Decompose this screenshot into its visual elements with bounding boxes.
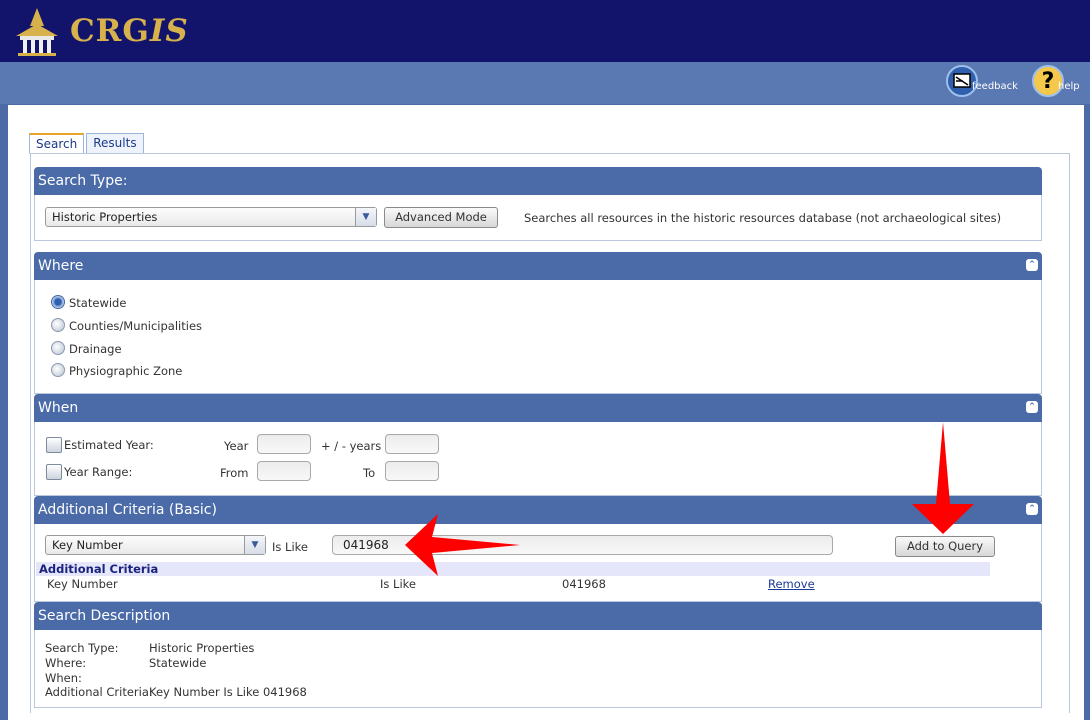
- criteria-row-operator: Is Like: [380, 577, 416, 591]
- year-label: Year: [224, 439, 249, 453]
- help-button[interactable]: ? help: [1032, 64, 1080, 98]
- radio-label-physiographic: Physiographic Zone: [69, 364, 183, 378]
- radio-counties[interactable]: [51, 318, 65, 332]
- estimated-year-checkbox[interactable]: [46, 437, 62, 453]
- radio-label-drainage: Drainage: [69, 342, 122, 356]
- to-label: To: [363, 466, 376, 480]
- brand-title: CRGIS: [70, 13, 189, 49]
- remove-criteria-link[interactable]: Remove: [768, 577, 815, 591]
- desc-value-additional: Key Number Is Like 041968: [149, 685, 307, 699]
- year-input[interactable]: [257, 434, 311, 454]
- radio-physiographic[interactable]: [51, 363, 65, 377]
- criteria-value-input[interactable]: 041968: [332, 535, 833, 555]
- when-header: When ⌃: [34, 394, 1042, 422]
- collapse-icon[interactable]: ⌃: [1026, 259, 1038, 271]
- year-range-label: Year Range:: [64, 465, 133, 479]
- app-header: CRGIS: [0, 0, 1090, 62]
- additional-criteria-header: Additional Criteria (Basic) ⌃: [34, 496, 1042, 524]
- tab-search[interactable]: Search: [29, 133, 85, 154]
- criteria-table-header: Additional Criteria: [36, 562, 990, 576]
- plus-minus-label: + / - years: [321, 439, 382, 453]
- year-range-checkbox[interactable]: [46, 464, 62, 480]
- estimated-year-label: Estimated Year:: [64, 438, 154, 452]
- criteria-field-select[interactable]: Key Number ▼: [45, 535, 266, 555]
- from-year-input[interactable]: [257, 461, 311, 481]
- operator-label: Is Like: [272, 540, 308, 554]
- where-body: [34, 280, 1042, 394]
- collapse-icon[interactable]: ⌃: [1026, 503, 1038, 515]
- advanced-mode-button[interactable]: Advanced Mode: [384, 207, 498, 228]
- collapse-icon[interactable]: ⌃: [1026, 401, 1038, 413]
- search-type-header: Search Type:: [34, 167, 1042, 195]
- add-to-query-button[interactable]: Add to Query: [895, 536, 995, 557]
- desc-value-where: Statewide: [149, 656, 207, 670]
- criteria-row-value: 041968: [562, 577, 606, 591]
- when-body: [34, 422, 1042, 496]
- search-type-select[interactable]: Historic Properties ▼: [45, 207, 377, 227]
- plus-minus-years-input[interactable]: [385, 434, 439, 454]
- where-header: Where ⌃: [34, 252, 1042, 280]
- crgis-logo-icon: [16, 8, 58, 56]
- radio-statewide[interactable]: [51, 295, 65, 309]
- desc-label-additional: Additional Criteria:: [45, 685, 153, 699]
- tab-results[interactable]: Results: [86, 133, 144, 154]
- chevron-down-icon: ▼: [244, 536, 265, 554]
- from-label: From: [220, 466, 249, 480]
- search-description-header: Search Description: [34, 602, 1042, 630]
- chevron-down-icon: ▼: [355, 208, 376, 226]
- desc-label-search-type: Search Type:: [45, 641, 119, 655]
- toolbar: feedback ? help: [0, 62, 1090, 104]
- desc-label-when: When:: [45, 671, 82, 685]
- criteria-row-field: Key Number: [47, 577, 118, 591]
- radio-drainage[interactable]: [51, 341, 65, 355]
- tab-bar: Search Results: [29, 133, 146, 154]
- search-type-description: Searches all resources in the historic r…: [524, 211, 1002, 225]
- to-year-input[interactable]: [385, 461, 439, 481]
- radio-label-counties: Counties/Municipalities: [69, 319, 203, 333]
- feedback-button[interactable]: feedback: [946, 64, 1018, 98]
- desc-value-search-type: Historic Properties: [149, 641, 255, 655]
- radio-label-statewide: Statewide: [69, 296, 127, 310]
- desc-label-where: Where:: [45, 656, 87, 670]
